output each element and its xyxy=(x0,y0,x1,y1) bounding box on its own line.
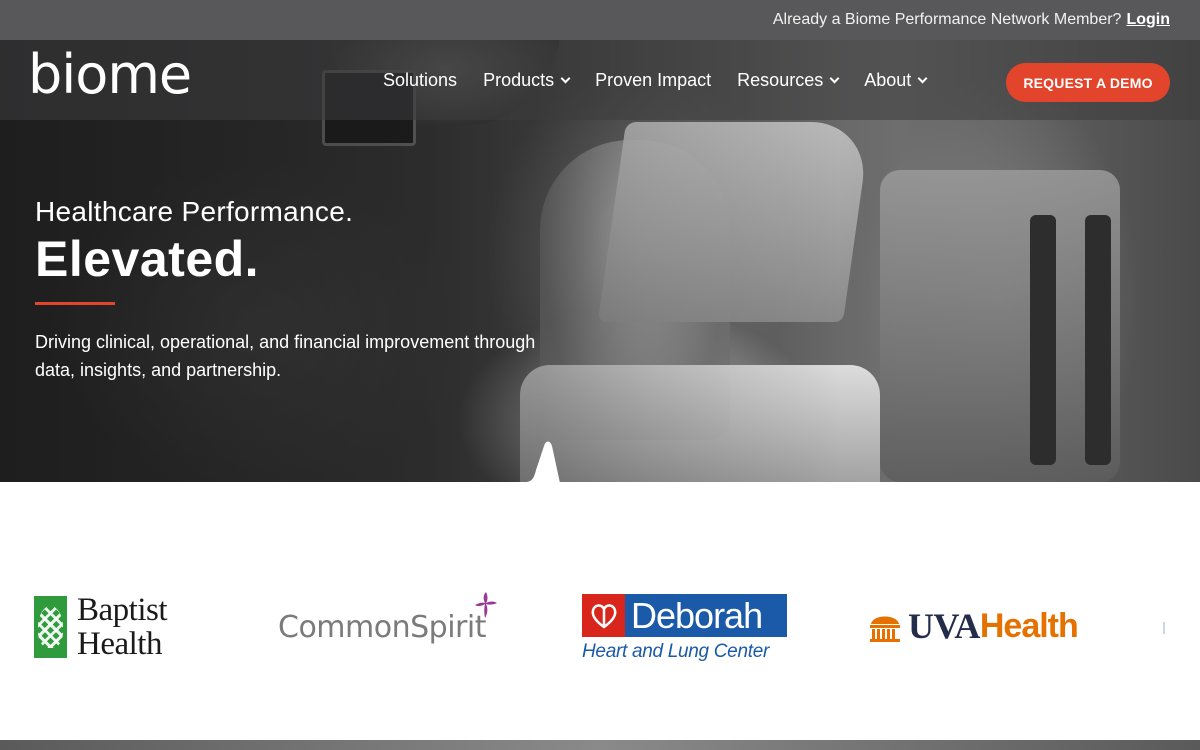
main-nav: biome Solutions Products Proven Impact R… xyxy=(0,40,1200,120)
deborah-subtitle: Heart and Lung Center xyxy=(582,641,769,662)
chevron-down-icon xyxy=(829,73,840,83)
hero-content: Healthcare Performance. Elevated. Drivin… xyxy=(35,196,555,384)
uva-part2: Health xyxy=(979,606,1079,645)
hero-subtitle: Driving clinical, operational, and finan… xyxy=(35,332,536,380)
nav-item-label: About xyxy=(864,69,912,90)
baptist-line1: Baptist xyxy=(77,592,168,628)
login-link[interactable]: Login xyxy=(1126,11,1170,29)
pineapple-icon xyxy=(34,596,67,658)
biome-logo[interactable]: biome xyxy=(28,48,192,102)
next-section-edge xyxy=(0,740,1200,750)
accent-divider xyxy=(35,302,115,305)
deborah-logo: Deborah Heart and Lung Center xyxy=(582,594,788,666)
nav-item-label: Products xyxy=(483,69,555,90)
baptist-health-wordmark: Baptist Health xyxy=(77,592,168,662)
heart-icon xyxy=(582,594,625,637)
baptist-line2: Health xyxy=(77,626,162,662)
hero-kicker: Healthcare Performance. xyxy=(35,196,354,227)
next-logo-edge xyxy=(1163,622,1165,634)
spirit-cross-icon xyxy=(475,592,497,618)
rotunda-icon xyxy=(870,616,900,642)
chevron-down-icon xyxy=(917,73,928,83)
nav-item-solutions[interactable]: Solutions xyxy=(383,70,457,91)
deborah-name: Deborah xyxy=(631,594,763,636)
nav-item-label: Proven Impact xyxy=(595,69,712,90)
nav-menu: Solutions Products Proven Impact Resourc… xyxy=(383,40,952,120)
nav-item-resources[interactable]: Resources xyxy=(737,69,840,91)
nav-item-label: Resources xyxy=(737,69,824,90)
uva-health-logo: UVA Health xyxy=(868,606,1079,646)
nav-item-products[interactable]: Products xyxy=(483,69,571,91)
nav-item-label: Solutions xyxy=(383,69,458,90)
chevron-down-icon xyxy=(560,73,571,83)
commonspirit-logo: CommonSpirit xyxy=(278,590,497,660)
member-prompt: Already a Biome Performance Network Memb… xyxy=(772,11,1122,28)
request-demo-button[interactable]: REQUEST A DEMO xyxy=(1006,63,1170,102)
baptist-health-logo: Baptist Health xyxy=(34,592,168,662)
hero-title: Elevated. xyxy=(35,231,260,287)
commonspirit-wordmark: CommonSpirit xyxy=(278,610,486,645)
nav-item-about[interactable]: About xyxy=(864,69,928,91)
uva-part1: UVA xyxy=(908,606,980,646)
nav-item-proven-impact[interactable]: Proven Impact xyxy=(595,70,711,91)
deborah-banner: Deborah xyxy=(582,594,787,637)
member-bar: Already a Biome Performance Network Memb… xyxy=(0,0,1200,40)
hero-pointer-notch xyxy=(520,441,630,532)
